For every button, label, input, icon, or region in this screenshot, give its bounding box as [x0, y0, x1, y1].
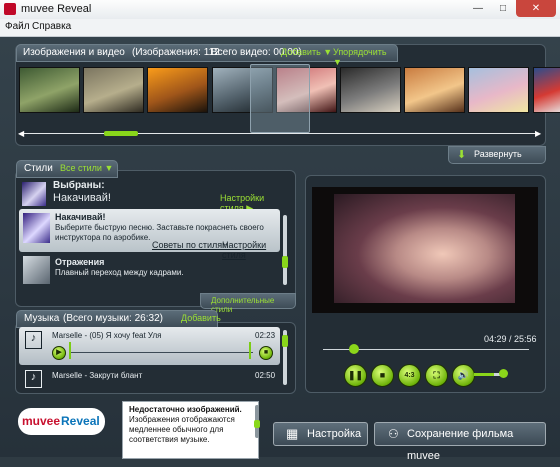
warning-text: Изображения отображаются медленнее обычн… — [129, 415, 235, 444]
selected-style: Выбраны: Накачивай! Настройки стиля ▶ — [22, 180, 290, 213]
selected-label: Выбраны: — [53, 180, 105, 191]
share-icon: ⚇ — [388, 427, 399, 441]
music-track[interactable]: ♪ Marselle - Закрути блант 02:50 — [19, 368, 280, 388]
expand-arrow-icon: ⬇ — [457, 149, 467, 161]
media-title: Изображения и видео — [23, 47, 125, 58]
volume-icon[interactable]: 🔊 — [452, 364, 475, 387]
warning-title: Недостаточно изображений. — [129, 405, 242, 414]
settings-button[interactable]: ▦ Настройка — [273, 422, 368, 446]
style-name: Накачивай! — [55, 212, 106, 222]
style-icon — [23, 213, 50, 243]
aspect-ratio-button[interactable]: 4:3 — [398, 364, 421, 387]
more-styles-link[interactable]: Дополнительные стили — [211, 296, 295, 314]
media-images-count: (Изображения: 112 — [132, 47, 220, 58]
styles-all-dropdown[interactable]: Все стили ▼ — [60, 163, 113, 173]
expand-tab[interactable]: ⬇ Развернуть — [448, 146, 546, 164]
styles-scroll-thumb[interactable] — [282, 256, 288, 268]
thumbnail-stop-sign[interactable] — [340, 67, 401, 113]
style-item-active[interactable]: Накачивай! Выберите быструю песню. Заста… — [19, 209, 280, 260]
music-header: Музыка (Всего музыки: 26:32) Добавить — [16, 310, 221, 328]
thumbnail-red-toy[interactable] — [532, 67, 560, 113]
style-desc: Плавный переход между кадрами. — [55, 268, 184, 277]
music-title: Музыка — [24, 313, 60, 324]
trim-end-marker[interactable] — [249, 342, 251, 359]
thumbnail-sunset[interactable] — [147, 67, 209, 113]
selected-value: Накачивай! — [53, 192, 111, 204]
title-bar: muvee Reveal — □ ✕ — [0, 0, 560, 20]
music-note-icon: ♪ — [25, 331, 42, 349]
preview-video[interactable] — [312, 187, 538, 313]
track-stop-icon[interactable]: ■ — [259, 346, 273, 360]
styles-title: Стили — [24, 163, 53, 174]
menu-help[interactable]: Справка — [32, 21, 71, 32]
style-tips-link[interactable]: Советы по стилям — [152, 240, 228, 250]
styles-header: Стили Все стили ▼ — [16, 160, 118, 178]
close-button[interactable]: ✕ — [516, 0, 556, 17]
save-movie-label: Сохранение фильма muvee — [407, 428, 514, 462]
trim-start-marker[interactable] — [69, 342, 71, 359]
track-time: 02:23 — [255, 331, 276, 340]
warning-scroll-thumb[interactable] — [254, 420, 260, 428]
styles-scrollbar[interactable] — [283, 215, 287, 285]
media-add-button[interactable]: Добавить ▼ — [281, 47, 332, 57]
logo-reveal: Reveal — [61, 414, 100, 428]
music-note-icon: ♪ — [25, 370, 42, 388]
selected-style-icon — [22, 182, 46, 206]
video-frame — [334, 194, 515, 303]
muvee-logo: muvee Reveal — [18, 408, 105, 435]
track-title: Marselle - Закрути блант — [52, 371, 143, 380]
menu-file[interactable]: Файл — [5, 21, 30, 32]
volume-knob[interactable] — [498, 369, 508, 378]
style-item[interactable]: Отражения Плавный переход между кадрами. — [19, 254, 280, 284]
app-icon — [4, 3, 16, 15]
more-styles-tab[interactable]: Дополнительные стили — [200, 293, 296, 314]
music-total: (Всего музыки: 26:32) — [63, 313, 163, 324]
thumbnail-pastel-candles[interactable] — [468, 67, 530, 113]
maximize-button[interactable]: □ — [491, 0, 515, 17]
track-trim-track[interactable] — [69, 352, 253, 353]
save-movie-button[interactable]: ⚇ Сохранение фильма muvee — [374, 422, 546, 462]
volume-fill — [474, 373, 494, 376]
music-add-button[interactable]: Добавить — [181, 313, 221, 323]
logo-brand: muvee — [22, 414, 61, 428]
menu-bar: Файл Справка — [0, 19, 560, 37]
thumbnail-green-scene[interactable] — [19, 67, 80, 113]
scroll-right-icon[interactable]: ▶ — [535, 129, 541, 138]
window-title: muvee Reveal — [21, 3, 92, 15]
scroll-left-icon[interactable]: ◀ — [18, 129, 24, 138]
media-scroll-track[interactable] — [22, 133, 538, 134]
fullscreen-icon[interactable]: ⛶ — [425, 364, 448, 387]
reflections-style-icon — [23, 256, 50, 284]
thumbnail-city-church[interactable] — [83, 67, 145, 113]
settings-label: Настройка — [307, 428, 362, 440]
music-scroll-thumb[interactable] — [282, 335, 288, 347]
thumbnail-selection — [250, 64, 310, 133]
preview-time: 04:29 / 25:56 — [484, 334, 537, 344]
media-header: Изображения и видео (Изображения: 112 Вс… — [16, 44, 398, 67]
minimize-button[interactable]: — — [466, 0, 490, 17]
style-name: Отражения — [55, 257, 105, 267]
timeline-knob[interactable] — [348, 344, 359, 354]
track-play-icon[interactable]: ▶ — [52, 346, 66, 360]
music-track-active[interactable]: ♪ Marselle - (05) Я хочу feat Уля 02:23 … — [19, 327, 280, 365]
thumbnail-cat[interactable] — [404, 67, 466, 113]
warning-box: Недостаточно изображений. Изображения от… — [122, 401, 259, 459]
expand-label: Развернуть — [474, 149, 522, 159]
stop-button[interactable]: ■ — [371, 364, 394, 387]
media-arrange-button[interactable]: Упорядочить ▼ — [333, 47, 397, 67]
pause-button[interactable]: ❚❚ — [344, 364, 367, 387]
settings-icon: ▦ — [286, 426, 299, 441]
track-title: Marselle - (05) Я хочу feat Уля — [52, 331, 162, 340]
media-scroll-thumb[interactable] — [104, 131, 138, 136]
track-time: 02:50 — [255, 371, 276, 380]
